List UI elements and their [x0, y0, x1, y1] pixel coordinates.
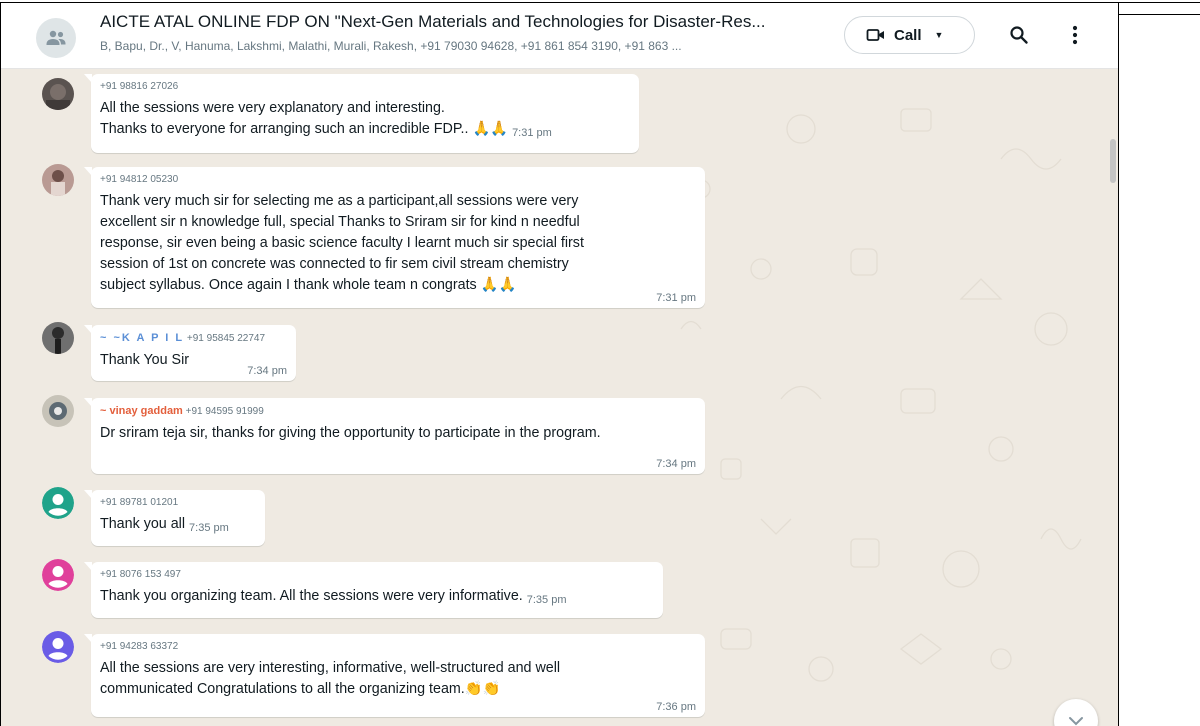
avatar[interactable] — [42, 395, 74, 427]
message-sender[interactable]: ~ ~K A P I L +91 95845 22747 — [100, 331, 287, 346]
default-user-icon — [42, 487, 74, 519]
message-text: Thank very much sir for selecting me as … — [100, 193, 584, 293]
message-time: 7:31 pm — [512, 127, 552, 139]
search-icon — [1010, 26, 1028, 44]
message-text: All the sessions were very explanatory a… — [100, 100, 552, 139]
chat-header[interactable]: AICTE ATAL ONLINE FDP ON "Next-Gen Mater… — [1, 3, 1118, 69]
chevron-down-icon: ▼ — [934, 30, 944, 40]
message-bubble[interactable]: +91 94812 05230 Thank very much sir for … — [84, 167, 705, 308]
default-user-icon — [42, 559, 74, 591]
group-icon — [46, 30, 66, 45]
sender-name[interactable]: ~ ~K A P I L — [100, 332, 184, 344]
message-bubble[interactable]: ~ ~K A P I L +91 95845 22747 Thank You S… — [84, 325, 296, 381]
chat-window: AICTE ATAL ONLINE FDP ON "Next-Gen Mater… — [1, 3, 1118, 726]
video-call-icon — [866, 29, 884, 41]
profile-photo — [42, 395, 74, 427]
sender-phone[interactable]: +91 98816 27026 — [100, 80, 630, 94]
sender-phone[interactable]: +91 89781 01201 — [100, 496, 256, 510]
message-time: 7:34 pm — [247, 365, 287, 377]
message-bubble[interactable]: ~ vinay gaddam +91 94595 91999 Dr sriram… — [84, 398, 705, 474]
sender-phone: +91 95845 22747 — [186, 333, 266, 344]
sender-phone: +91 94595 91999 — [185, 406, 264, 417]
message-bubble[interactable]: +91 94283 63372 All the sessions are ver… — [84, 634, 705, 717]
avatar[interactable] — [42, 487, 74, 519]
menu-button[interactable] — [1063, 21, 1087, 49]
sender-phone[interactable]: +91 8076 153 497 — [100, 568, 654, 582]
call-button[interactable]: Call ▼ — [844, 16, 975, 54]
profile-photo — [42, 322, 74, 354]
message-text: Thank you all 7:35 pm — [100, 516, 229, 534]
group-avatar[interactable] — [36, 18, 76, 58]
scrollbar-thumb[interactable] — [1110, 139, 1116, 183]
profile-photo — [42, 164, 74, 196]
message-bubble[interactable]: +91 98816 27026 All the sessions were ve… — [84, 74, 639, 153]
message-bubble[interactable]: +91 89781 01201 Thank you all 7:35 pm — [84, 490, 265, 546]
profile-photo — [42, 78, 74, 110]
avatar[interactable] — [42, 322, 74, 354]
avatar[interactable] — [42, 631, 74, 663]
message-text: All the sessions are very interesting, i… — [100, 660, 561, 697]
sender-phone[interactable]: +91 94812 05230 — [100, 173, 696, 187]
message-text: Dr sriram teja sir, thanks for giving th… — [100, 425, 601, 441]
default-user-icon — [42, 631, 74, 663]
message-time: 7:35 pm — [189, 522, 229, 534]
avatar[interactable] — [42, 164, 74, 196]
message-time: 7:35 pm — [526, 594, 567, 606]
message-bubble[interactable]: +91 8076 153 497 Thank you organizing te… — [84, 562, 663, 618]
message-time: 7:31 pm — [656, 292, 696, 304]
call-label: Call — [894, 26, 922, 44]
avatar[interactable] — [42, 559, 74, 591]
avatar[interactable] — [42, 78, 74, 110]
message-sender[interactable]: ~ vinay gaddam +91 94595 91999 — [100, 404, 696, 419]
search-button[interactable] — [1005, 21, 1033, 49]
message-list[interactable]: +91 98816 27026 All the sessions were ve… — [1, 69, 1118, 726]
more-vertical-icon — [1072, 25, 1078, 45]
message-text: Thank you organizing team. All the sessi… — [100, 588, 567, 606]
sender-phone[interactable]: +91 94283 63372 — [100, 640, 696, 654]
group-members[interactable]: B, Bapu, Dr., V, Hanuma, Lakshmi, Malath… — [100, 39, 682, 53]
sender-name[interactable]: ~ vinay gaddam — [100, 405, 183, 417]
message-time: 7:34 pm — [656, 458, 696, 470]
group-title[interactable]: AICTE ATAL ONLINE FDP ON "Next-Gen Mater… — [100, 12, 766, 32]
message-time: 7:36 pm — [656, 701, 696, 713]
chevron-down-icon — [1069, 717, 1083, 726]
